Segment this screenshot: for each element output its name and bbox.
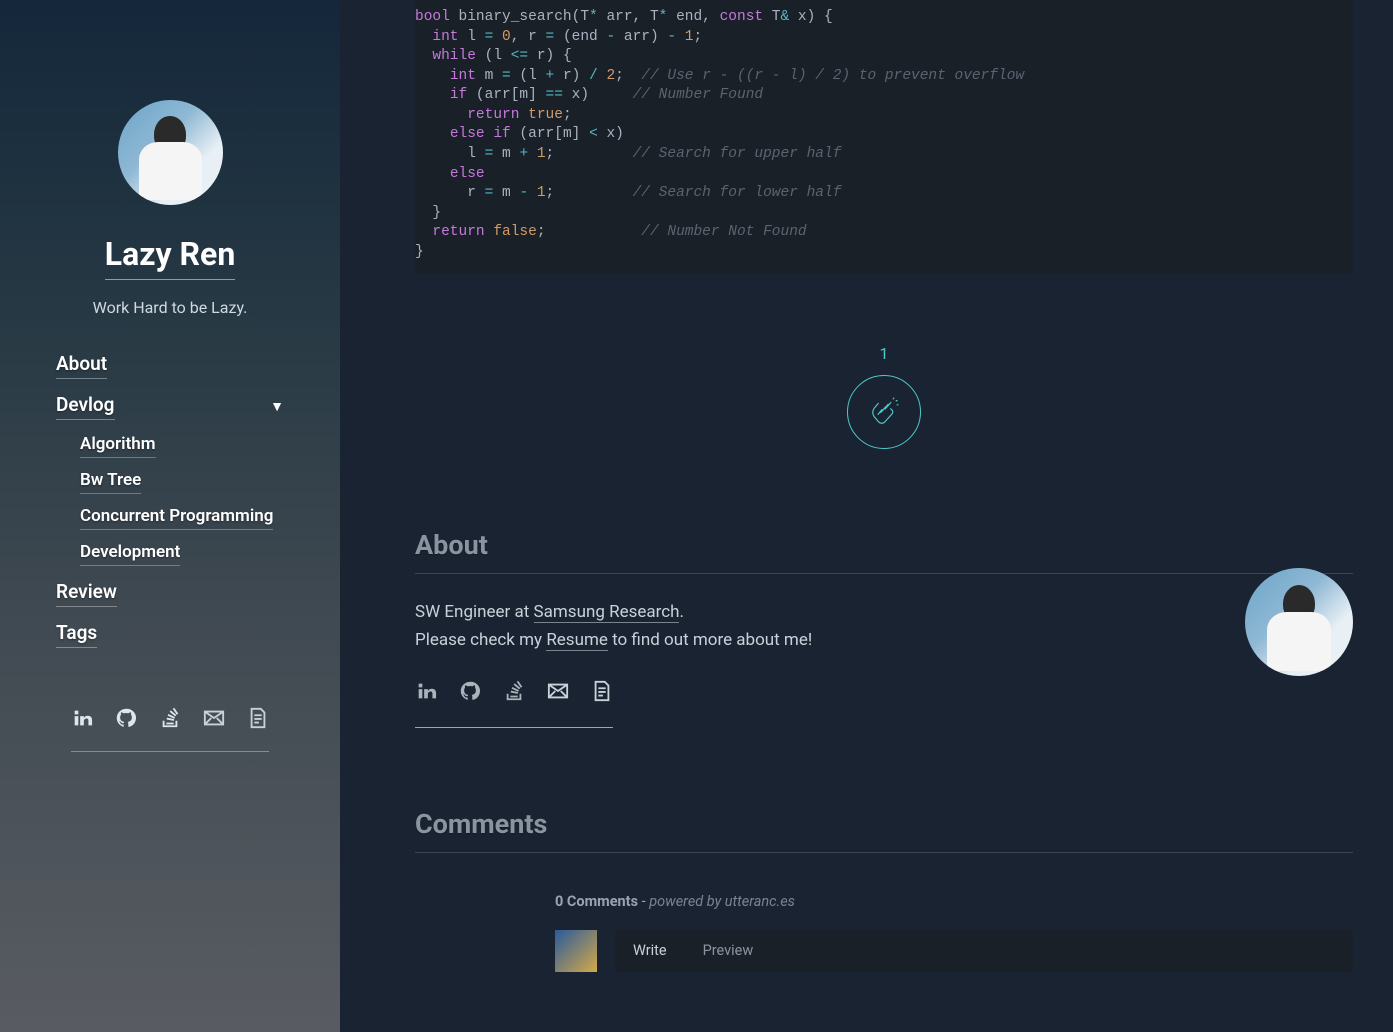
- sidebar-nav: About Devlog ▼ Algorithm Bw Tree Concurr…: [0, 352, 340, 662]
- about-avatar[interactable]: [1245, 568, 1353, 676]
- nav-algorithm[interactable]: Algorithm: [80, 434, 156, 458]
- resume-icon[interactable]: [247, 707, 269, 733]
- divider: [415, 852, 1353, 853]
- email-icon[interactable]: [547, 680, 569, 711]
- sidebar: Lazy Ren Work Hard to be Lazy. About Dev…: [0, 0, 340, 1032]
- comments-header: 0 Comments - powered by utteranc.es: [555, 893, 1353, 910]
- about-heading: About: [415, 529, 1353, 561]
- samsung-research-link[interactable]: Samsung Research: [534, 602, 680, 623]
- site-title[interactable]: Lazy Ren: [105, 235, 236, 280]
- sub-nav-devlog: Algorithm Bw Tree Concurrent Programming…: [56, 434, 284, 566]
- nav-devlog[interactable]: Devlog: [56, 393, 115, 420]
- stackoverflow-icon[interactable]: [503, 680, 525, 711]
- linkedin-icon[interactable]: [71, 707, 93, 733]
- nav-concurrent-programming[interactable]: Concurrent Programming: [80, 506, 273, 530]
- about-text: SW Engineer at Samsung Research. Please …: [415, 598, 1215, 728]
- commenter-avatar[interactable]: [555, 930, 597, 972]
- sidebar-social: [71, 707, 269, 752]
- divider: [415, 573, 1353, 574]
- main-content: bool binary_search(T* arr, T* end, const…: [340, 0, 1393, 1032]
- nav-about[interactable]: About: [56, 352, 107, 379]
- github-icon[interactable]: [115, 707, 137, 733]
- comments-count: 0 Comments: [555, 893, 638, 910]
- code-block: bool binary_search(T* arr, T* end, const…: [415, 0, 1353, 274]
- comments-section: Comments 0 Comments - powered by utteran…: [415, 808, 1353, 972]
- linkedin-icon[interactable]: [415, 680, 437, 711]
- tab-write[interactable]: Write: [615, 930, 685, 971]
- applause-count: 1: [415, 344, 1353, 363]
- comment-form: Write Preview: [555, 930, 1353, 972]
- resume-icon[interactable]: [591, 680, 613, 711]
- email-icon[interactable]: [203, 707, 225, 733]
- tagline: Work Hard to be Lazy.: [93, 298, 248, 317]
- github-icon[interactable]: [459, 680, 481, 711]
- powered-by: powered by utteranc.es: [649, 893, 795, 910]
- chevron-down-icon[interactable]: ▼: [270, 398, 284, 415]
- avatar[interactable]: [118, 100, 223, 205]
- nav-development[interactable]: Development: [80, 542, 180, 566]
- applause-section: 1: [415, 344, 1353, 449]
- nav-review[interactable]: Review: [56, 580, 117, 607]
- applause-button[interactable]: [847, 375, 921, 449]
- code-content: bool binary_search(T* arr, T* end, const…: [415, 8, 1353, 262]
- nav-tags[interactable]: Tags: [56, 621, 97, 648]
- clap-icon: [866, 394, 902, 430]
- tab-preview[interactable]: Preview: [685, 930, 772, 971]
- about-social: [415, 680, 613, 728]
- comment-tabs: Write Preview: [615, 930, 1353, 972]
- about-section: About SW Engineer at Samsung Research. P…: [415, 529, 1353, 728]
- nav-bw-tree[interactable]: Bw Tree: [80, 470, 141, 494]
- comments-heading: Comments: [415, 808, 1353, 840]
- resume-link[interactable]: Resume: [546, 630, 608, 651]
- stackoverflow-icon[interactable]: [159, 707, 181, 733]
